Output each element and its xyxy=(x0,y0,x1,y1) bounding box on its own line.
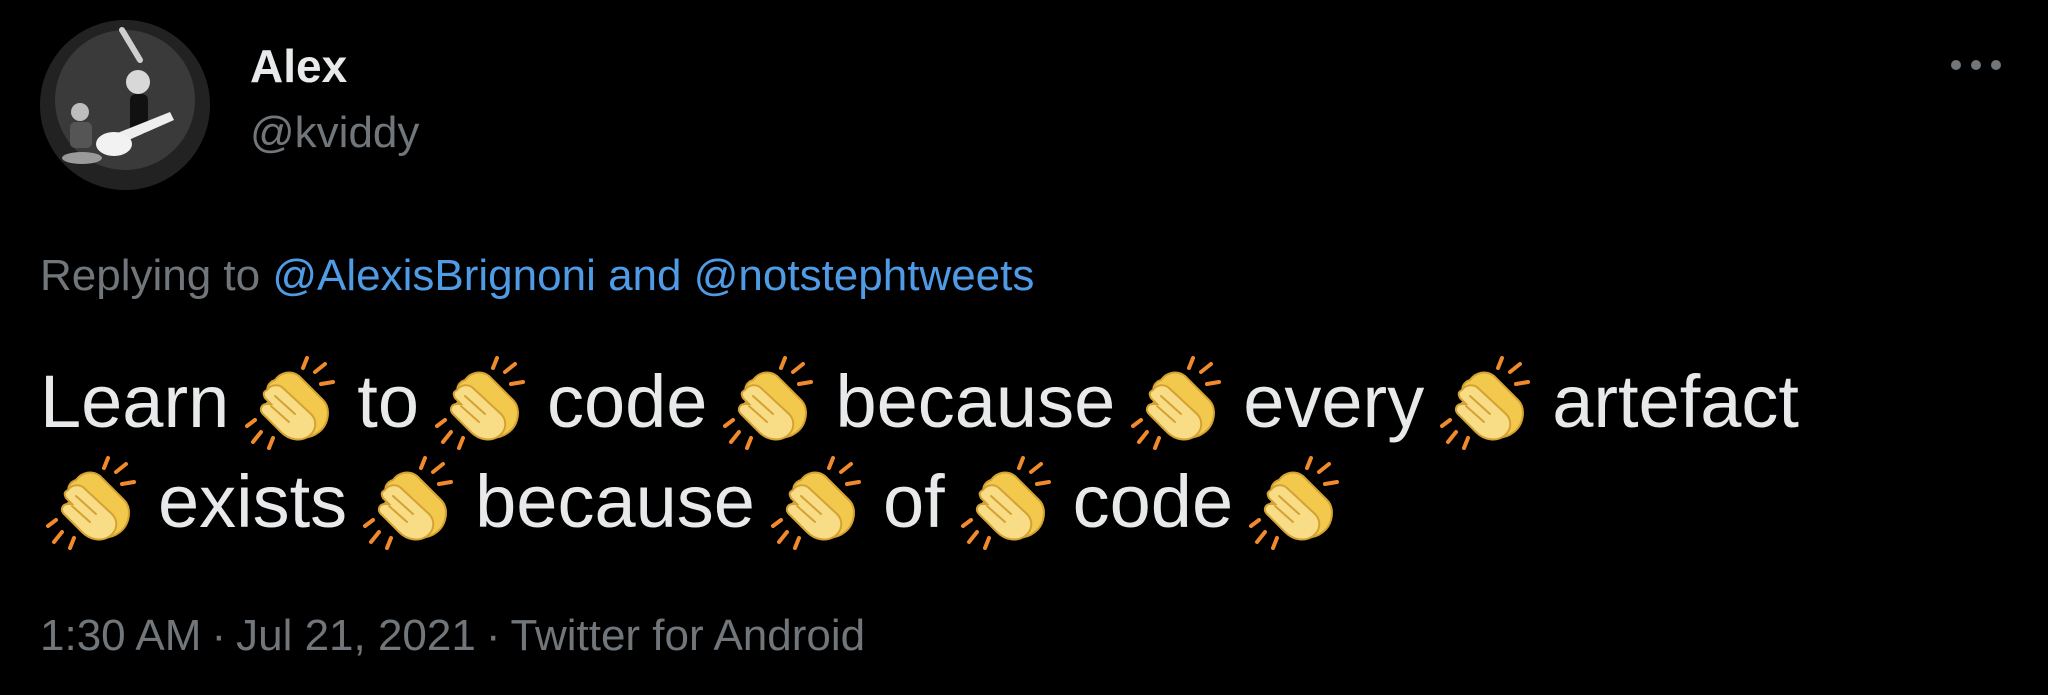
tweet-word: because xyxy=(475,460,755,543)
tweet-line-1: Learn to code because every artefact xyxy=(40,352,2020,452)
tweet-time[interactable]: 1:30 AM xyxy=(40,611,201,660)
more-options-button[interactable] xyxy=(1944,40,2008,90)
clapping-hands-icon xyxy=(435,354,531,450)
tweet-date[interactable]: Jul 21, 2021 xyxy=(236,611,476,660)
tweet-line-2: exists because of code xyxy=(40,452,2020,552)
avatar-photo-icon xyxy=(40,20,210,190)
clapping-hands-icon xyxy=(1249,454,1345,550)
clapping-hands-icon xyxy=(723,354,819,450)
tweet-word: exists xyxy=(158,460,348,543)
tweet-word: code xyxy=(1072,460,1234,543)
tweet-source[interactable]: Twitter for Android xyxy=(511,611,866,660)
separator: · xyxy=(485,611,501,660)
tweet-text: Learn to code because every artefact exi… xyxy=(40,352,2020,552)
replying-prefix: Replying to xyxy=(40,251,261,300)
avatar[interactable] xyxy=(40,20,210,190)
clapping-hands-icon xyxy=(363,454,459,550)
mention-link[interactable]: @AlexisBrignoni xyxy=(272,251,595,300)
mention-link[interactable]: @notstephtweets xyxy=(694,251,1035,300)
clapping-hands-icon xyxy=(1440,354,1536,450)
tweet-word: to xyxy=(357,360,419,443)
clapping-hands-icon xyxy=(1131,354,1227,450)
tweet-word: of xyxy=(882,460,945,543)
tweet-word: because xyxy=(835,360,1116,443)
clapping-hands-icon xyxy=(46,454,142,550)
more-dots-icon xyxy=(1951,60,2001,70)
tweet-card: Alex @kviddy Replying to @AlexisBrignoni… xyxy=(0,0,2048,695)
mention-joiner: and xyxy=(608,251,682,300)
tweet-word: Learn xyxy=(40,360,230,443)
tweet-word: artefact xyxy=(1552,360,1799,443)
tweet-metadata: 1:30 AM · Jul 21, 2021 · Twitter for Android xyxy=(40,608,865,664)
clapping-hands-icon xyxy=(245,354,341,450)
tweet-word: every xyxy=(1243,360,1425,443)
tweet-word: code xyxy=(546,360,708,443)
display-name[interactable]: Alex xyxy=(250,38,347,94)
user-handle[interactable]: @kviddy xyxy=(250,106,419,160)
replying-to: Replying to @AlexisBrignoni and @notstep… xyxy=(40,248,1034,304)
separator: · xyxy=(211,611,227,660)
clapping-hands-icon xyxy=(771,454,867,550)
clapping-hands-icon xyxy=(961,454,1057,550)
